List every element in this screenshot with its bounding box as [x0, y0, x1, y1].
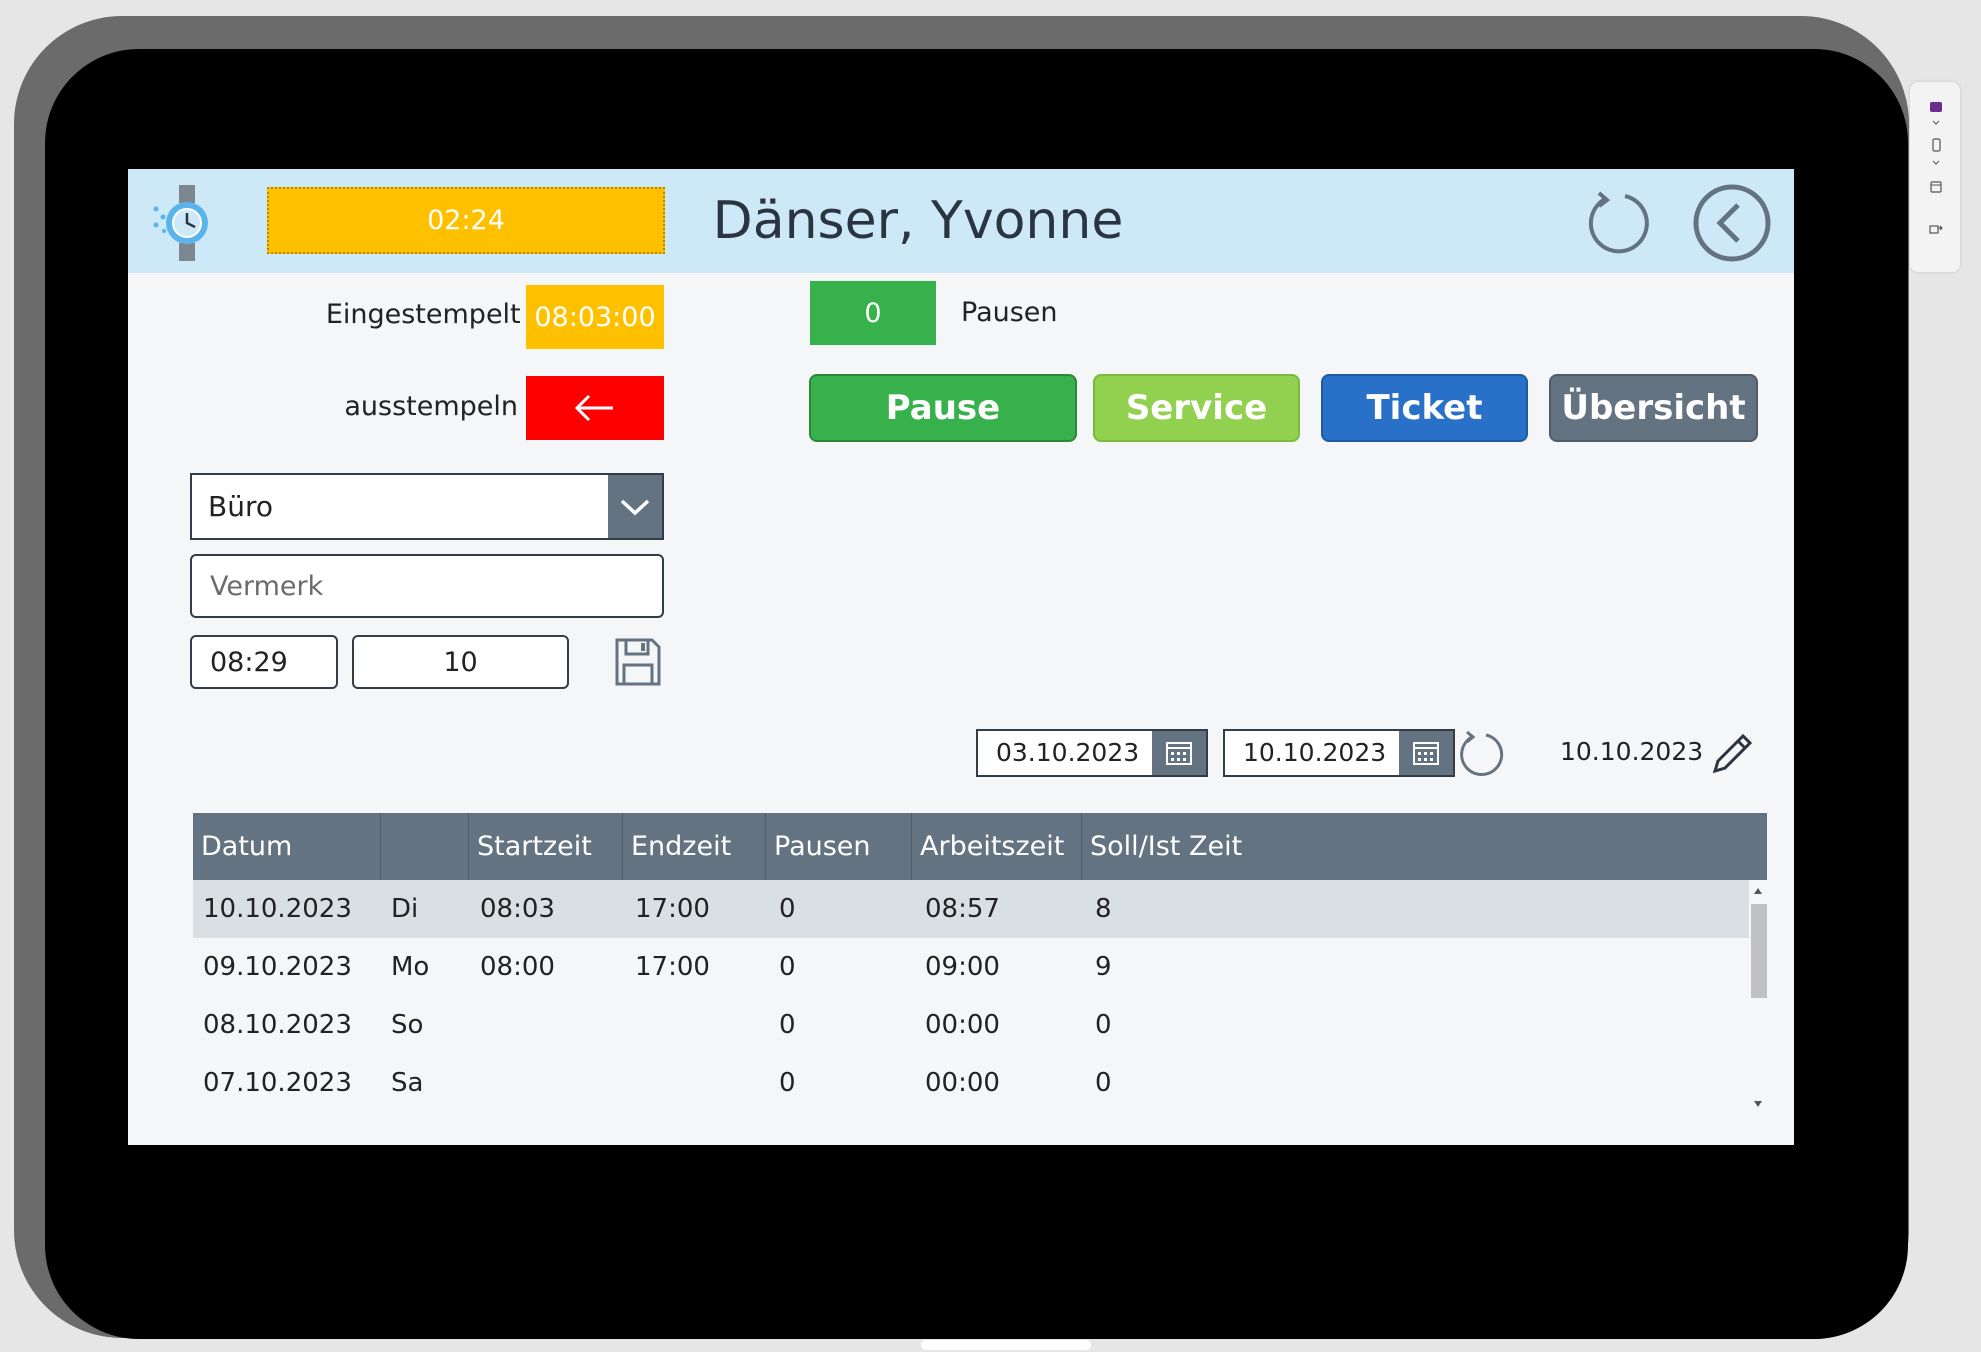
time-entries-table: Datum Startzeit Endzeit Pausen Arbeitsze… — [193, 813, 1767, 1115]
column-header-day[interactable] — [380, 813, 468, 880]
floppy-disk-icon[interactable] — [614, 637, 662, 687]
cell-day: Sa — [391, 1068, 424, 1098]
cell-date: 08.10.2023 — [203, 1010, 352, 1040]
date-from-picker[interactable]: 03.10.2023 — [976, 729, 1208, 777]
cell-pauses: 0 — [779, 1068, 796, 1098]
calendar-icon[interactable] — [1929, 180, 1943, 194]
table-row[interactable]: 09.10.2023 Mo 08:00 17:00 0 09:00 9 — [193, 938, 1749, 996]
current-date: 10.10.2023 — [1560, 737, 1704, 766]
cell-end: 17:00 — [635, 952, 710, 982]
cell-worktime: 00:00 — [925, 1068, 1000, 1098]
column-header-date[interactable]: Datum — [193, 813, 380, 880]
location-selected: Büro — [208, 490, 273, 523]
cell-target-actual: 8 — [1095, 894, 1112, 924]
cell-start: 08:00 — [480, 952, 555, 982]
chevron-down-icon[interactable] — [1929, 116, 1943, 130]
share-icon[interactable] — [1929, 222, 1943, 236]
cell-day: Mo — [391, 952, 430, 982]
overview-button[interactable]: Übersicht — [1549, 374, 1758, 442]
clockout-label: ausstempeln — [344, 391, 518, 422]
scroll-thumb[interactable] — [1751, 904, 1767, 998]
pencil-icon[interactable] — [1709, 731, 1755, 777]
dropdown-toggle[interactable] — [608, 475, 662, 538]
table-row[interactable]: 07.10.2023 Sa 0 00:00 0 — [193, 1054, 1749, 1112]
date-from-value: 03.10.2023 — [996, 738, 1140, 767]
left-arrow-icon — [574, 394, 613, 422]
app-screen: 02:24 Dänser, Yvonne Eingestempelt seit … — [128, 169, 1794, 1145]
cell-worktime: 08:57 — [925, 894, 1000, 924]
date-to-picker[interactable]: 10.10.2023 — [1223, 729, 1455, 777]
clockin-label: Eingestempelt seit — [325, 299, 578, 330]
column-header-start[interactable]: Startzeit — [468, 813, 622, 880]
chevron-down-icon[interactable] — [1929, 156, 1943, 170]
location-dropdown[interactable]: Büro — [190, 473, 664, 540]
cell-date: 10.10.2023 — [203, 894, 352, 924]
phone-icon[interactable] — [1929, 138, 1943, 152]
cell-target-actual: 0 — [1095, 1010, 1112, 1040]
cell-pauses: 0 — [779, 894, 796, 924]
table-row[interactable]: 10.10.2023 Di 08:03 17:00 0 08:57 8 — [193, 880, 1749, 938]
calendar-button[interactable] — [1399, 731, 1453, 775]
refresh-icon[interactable] — [1583, 187, 1653, 257]
column-header-pauses[interactable]: Pausen — [765, 813, 911, 880]
cell-start: 08:03 — [480, 894, 555, 924]
cell-date: 07.10.2023 — [203, 1068, 352, 1098]
ticket-button[interactable]: Ticket — [1321, 374, 1528, 442]
app-icon[interactable] — [1929, 100, 1943, 114]
user-name-title: Dänser, Yvonne — [712, 191, 1124, 251]
service-button[interactable]: Service — [1093, 374, 1300, 442]
app-header: 02:24 Dänser, Yvonne — [128, 169, 1794, 273]
calendar-button[interactable] — [1152, 731, 1206, 775]
column-header-target-actual[interactable]: Soll/Ist Zeit — [1081, 813, 1767, 880]
refresh-icon[interactable] — [1456, 729, 1506, 779]
back-arrow-icon[interactable] — [1692, 183, 1772, 263]
table-body: 10.10.2023 Di 08:03 17:00 0 08:57 8 09.1… — [193, 880, 1749, 1115]
cell-end: 17:00 — [635, 894, 710, 924]
cell-day: So — [391, 1010, 424, 1040]
side-toolbar — [1910, 82, 1960, 272]
watch-clock-logo — [153, 185, 208, 261]
pause-button[interactable]: Pause — [809, 374, 1077, 442]
scroll-down-icon[interactable] — [1754, 1101, 1762, 1107]
clockin-time: 08:03:00 — [526, 285, 664, 349]
calendar-icon — [1166, 742, 1192, 765]
cell-worktime: 00:00 — [925, 1010, 1000, 1040]
remark-input[interactable] — [190, 554, 664, 618]
chevron-down-icon — [620, 499, 650, 515]
table-row[interactable]: 08.10.2023 So 0 00:00 0 — [193, 996, 1749, 1054]
cell-day: Di — [391, 894, 419, 924]
table-header: Datum Startzeit Endzeit Pausen Arbeitsze… — [193, 813, 1767, 880]
cell-pauses: 0 — [779, 952, 796, 982]
cell-pauses: 0 — [779, 1010, 796, 1040]
work-timer: 02:24 — [267, 187, 665, 254]
cell-target-actual: 9 — [1095, 952, 1112, 982]
pause-count: 0 — [810, 281, 936, 345]
scroll-up-icon[interactable] — [1754, 888, 1762, 894]
column-header-worktime[interactable]: Arbeitszeit — [911, 813, 1081, 880]
calendar-icon — [1413, 742, 1439, 765]
table-scrollbar[interactable] — [1749, 880, 1767, 1115]
cell-date: 09.10.2023 — [203, 952, 352, 982]
home-indicator[interactable] — [921, 1340, 1091, 1350]
pause-count-label: Pausen — [961, 297, 1058, 328]
cell-target-actual: 0 — [1095, 1068, 1112, 1098]
time-input[interactable] — [190, 635, 338, 689]
column-header-end[interactable]: Endzeit — [622, 813, 765, 880]
clockout-button[interactable] — [526, 376, 664, 440]
date-to-value: 10.10.2023 — [1243, 738, 1387, 767]
minutes-input[interactable] — [352, 635, 569, 689]
cell-worktime: 09:00 — [925, 952, 1000, 982]
